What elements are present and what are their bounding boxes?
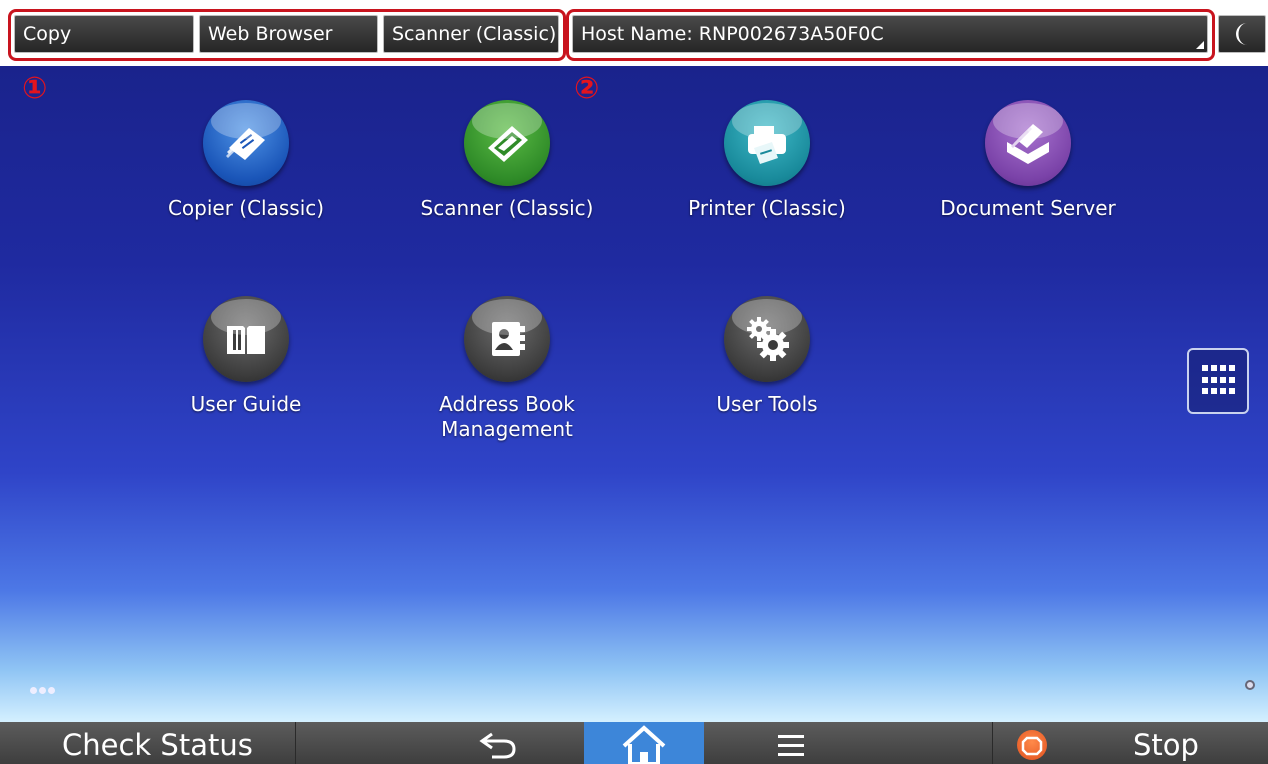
app-label: User Tools xyxy=(716,392,818,416)
document-server-icon xyxy=(985,100,1071,186)
app-label: Scanner (Classic) xyxy=(420,196,594,220)
app-label: Copier (Classic) xyxy=(167,196,325,220)
bottom-bar: Check Status Stop xyxy=(0,722,1268,764)
scanner-icon xyxy=(464,100,550,186)
app-label: Printer (Classic) xyxy=(688,196,846,220)
app-document-server[interactable]: Document Server xyxy=(908,100,1148,221)
app-user-guide[interactable]: User Guide xyxy=(126,296,366,417)
copier-icon xyxy=(203,100,289,186)
highlight-box-1 xyxy=(8,9,566,61)
stop-icon xyxy=(1017,730,1047,760)
app-user-tools[interactable]: User Tools xyxy=(647,296,887,417)
app-address-book-management[interactable]: Address Book Management xyxy=(387,296,627,442)
keypad-grid-icon xyxy=(1202,365,1235,397)
check-status-button[interactable]: Check Status xyxy=(0,722,296,764)
user-tools-icon xyxy=(724,296,810,382)
home-icon xyxy=(584,725,704,764)
menu-button[interactable] xyxy=(760,722,820,764)
moon-icon xyxy=(1233,23,1251,52)
app-copier-classic[interactable]: Copier (Classic) xyxy=(126,100,366,221)
menu-icon xyxy=(760,735,820,764)
app-printer-classic[interactable]: Printer (Classic) xyxy=(647,100,887,221)
home-screen: ① ② Copier (Classic) Scanner (Classic) P… xyxy=(0,66,1268,722)
more-apps-indicator[interactable] xyxy=(30,679,70,694)
top-bar: Copy Web Browser Scanner (Classic) Host … xyxy=(0,0,1268,66)
app-label: User Guide xyxy=(190,392,302,416)
address-book-icon xyxy=(464,296,550,382)
app-scanner-classic[interactable]: Scanner (Classic) xyxy=(387,100,627,221)
home-button[interactable] xyxy=(584,722,704,764)
stop-button[interactable]: Stop xyxy=(992,722,1268,764)
energy-saver-button[interactable] xyxy=(1218,15,1266,53)
printer-icon xyxy=(724,100,810,186)
app-label: Document Server xyxy=(940,196,1116,220)
page-indicator-dot xyxy=(1245,680,1255,690)
highlight-box-2 xyxy=(566,9,1215,61)
stop-label: Stop xyxy=(1133,728,1199,762)
app-label: Address Book Management xyxy=(439,392,575,441)
annotation-marker-1: ① xyxy=(22,71,48,106)
keypad-button[interactable] xyxy=(1187,348,1249,414)
back-arrow-icon xyxy=(470,732,530,764)
back-button[interactable] xyxy=(470,722,530,764)
user-guide-icon xyxy=(203,296,289,382)
